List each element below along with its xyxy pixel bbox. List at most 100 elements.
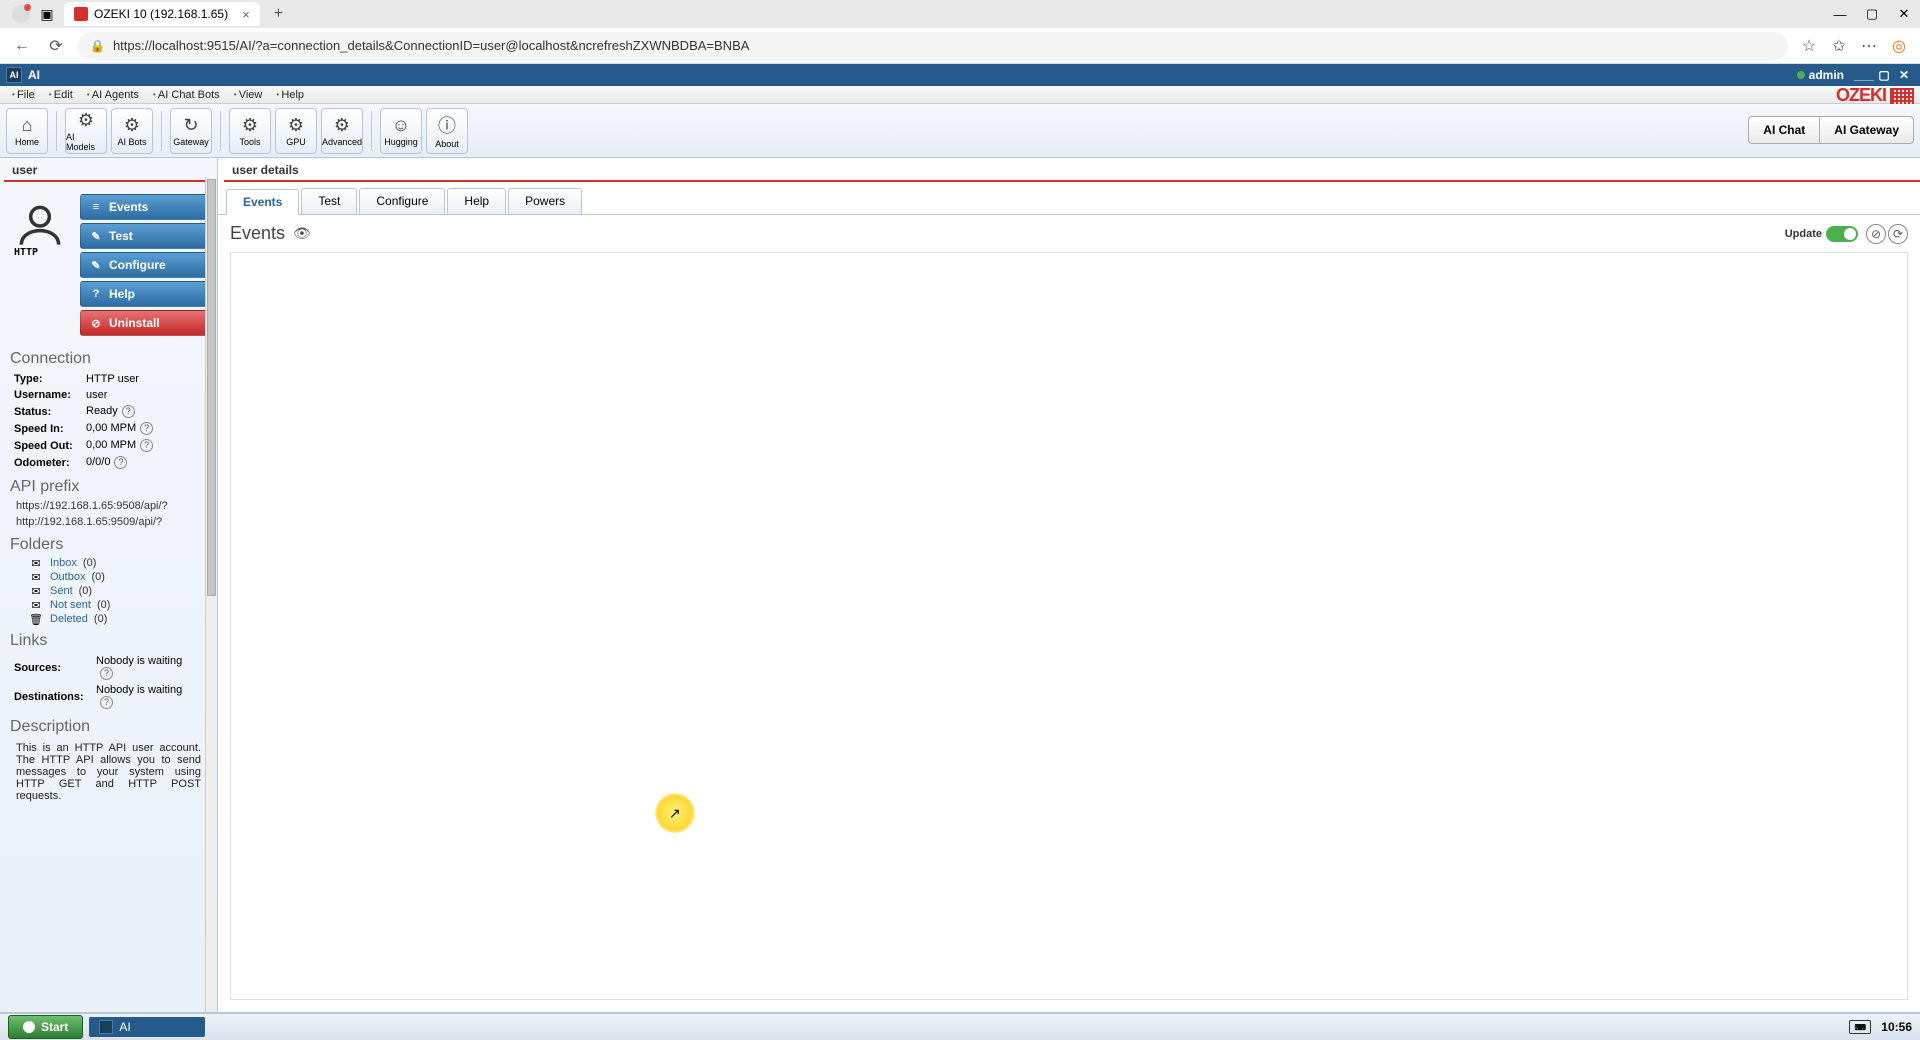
menu-edit[interactable]: Edit <box>43 89 79 101</box>
api-prefix-1: https://192.168.1.65:9508/api/? <box>0 498 217 514</box>
menu-file[interactable]: File <box>6 89 41 101</box>
app-toolbar: ⌂Home ⚙AI Models ⚙AI Bots ↻Gateway ⚙Tool… <box>0 104 1920 158</box>
connection-table: Type:HTTP user Username:user Status:Read… <box>10 370 203 472</box>
sidebar: user HTTP ≡Events ✎Test ✎Configure ?Help… <box>0 158 218 1012</box>
browser-toolbar: ← ⟳ 🔒 https://localhost:9515/AI/?a=conne… <box>0 28 1920 64</box>
toolbar-gpu-button[interactable]: ⚙GPU <box>275 108 317 154</box>
minimize-button[interactable]: — <box>1824 0 1856 28</box>
app-title: AI <box>28 68 40 82</box>
more-icon[interactable]: ⋯ <box>1858 35 1880 57</box>
help-icon[interactable]: ? <box>140 422 153 435</box>
tab-powers[interactable]: Powers <box>508 188 582 214</box>
folder-deleted[interactable]: 🗑Deleted (0) <box>0 612 217 626</box>
user-avatar-icon: HTTP <box>8 194 72 258</box>
folder-inbox[interactable]: ✉Inbox (0) <box>0 556 217 570</box>
tab-configure[interactable]: Configure <box>359 188 445 214</box>
close-window-button[interactable]: ✕ <box>1888 0 1920 28</box>
menu-ai-chat-bots[interactable]: AI Chat Bots <box>147 89 226 101</box>
sent-icon: ✉ <box>28 585 44 597</box>
clock: 10:56 <box>1881 1020 1912 1034</box>
folder-not-sent[interactable]: ✉Not sent (0) <box>0 598 217 612</box>
help-icon[interactable]: ? <box>122 405 135 418</box>
sidebar-configure-button[interactable]: ✎Configure <box>80 252 209 278</box>
links-heading: Links <box>0 626 217 652</box>
favicon-icon <box>74 7 88 21</box>
tab-events[interactable]: Events <box>226 189 299 215</box>
current-user: admin <box>1809 68 1844 82</box>
events-log-area <box>230 252 1908 1000</box>
tab-overview-icon[interactable]: ▣ <box>38 5 56 23</box>
browser-tab[interactable]: OZEKI 10 (192.168.1.65) × <box>64 2 260 26</box>
connection-heading: Connection <box>0 344 217 370</box>
api-prefix-2: http://192.168.1.65:9509/api/? <box>0 514 217 530</box>
links-table: Sources:Nobody is waiting? Destinations:… <box>10 652 203 712</box>
toolbar-about-button[interactable]: ⓘAbout <box>426 108 468 154</box>
toolbar-hugging-button[interactable]: ☺Hugging <box>380 108 422 154</box>
update-label: Update <box>1785 228 1822 240</box>
toolbar-advanced-button[interactable]: ⚙Advanced <box>321 108 363 154</box>
sidebar-help-button[interactable]: ?Help <box>80 281 209 307</box>
toolbar-home-button[interactable]: ⌂Home <box>6 108 48 154</box>
app-close-button[interactable]: ✕ <box>1894 66 1914 84</box>
clear-button[interactable]: ⊘ <box>1866 224 1886 244</box>
menu-help[interactable]: Help <box>270 89 310 101</box>
sidebar-test-button[interactable]: ✎Test <box>80 223 209 249</box>
main-title: user details <box>224 160 1920 182</box>
menu-ai-agents[interactable]: AI Agents <box>81 89 145 101</box>
folder-sent[interactable]: ✉Sent (0) <box>0 584 217 598</box>
tab-help[interactable]: Help <box>447 188 506 214</box>
sidebar-events-button[interactable]: ≡Events <box>80 194 209 220</box>
refresh-button[interactable]: ⟳ <box>44 34 68 58</box>
refresh-events-button[interactable]: ⟳ <box>1888 224 1908 244</box>
maximize-button[interactable]: ▢ <box>1856 0 1888 28</box>
status-dot-icon <box>1797 71 1805 79</box>
app-minimize-button[interactable]: ___ <box>1854 66 1874 84</box>
tab-test[interactable]: Test <box>301 188 357 214</box>
toolbar-tools-button[interactable]: ⚙Tools <box>229 108 271 154</box>
folders-heading: Folders <box>0 530 217 556</box>
taskbar-item-ai[interactable]: AI <box>89 1017 205 1037</box>
menu-view[interactable]: View <box>228 89 269 101</box>
close-tab-icon[interactable]: × <box>242 7 250 22</box>
address-bar[interactable]: 🔒 https://localhost:9515/AI/?a=connectio… <box>78 32 1788 60</box>
toolbar-ai-models-button[interactable]: ⚙AI Models <box>65 108 107 154</box>
sidebar-uninstall-button[interactable]: ⊘Uninstall <box>80 310 209 336</box>
app-maximize-button[interactable]: ▢ <box>1874 66 1894 84</box>
folder-outbox[interactable]: ✉Outbox (0) <box>0 570 217 584</box>
lock-icon: 🔒 <box>90 39 105 53</box>
help-icon[interactable]: ? <box>100 667 113 680</box>
api-prefix-heading: API prefix <box>0 472 217 498</box>
eye-icon[interactable]: 👁 <box>293 225 311 242</box>
toolbar-gateway-button[interactable]: ↻Gateway <box>170 108 212 154</box>
app-titlebar: AI AI admin ___ ▢ ✕ <box>0 64 1920 86</box>
url-text: https://localhost:9515/AI/?a=connection_… <box>113 38 749 53</box>
app-menubar: File Edit AI Agents AI Chat Bots View He… <box>0 86 1920 104</box>
description-text: This is an HTTP API user account. The HT… <box>0 738 217 806</box>
main-panel: user details Events Test Configure Help … <box>218 158 1920 1012</box>
segment-ai-chat[interactable]: AI Chat <box>1748 116 1819 144</box>
taskbar: Start AI ⌨ 10:56 <box>0 1012 1920 1040</box>
update-toggle[interactable] <box>1826 226 1858 242</box>
browser-titlebar: ▣ OZEKI 10 (192.168.1.65) × + — ▢ ✕ <box>0 0 1920 28</box>
star-icon[interactable]: ☆ <box>1798 35 1820 57</box>
help-icon[interactable]: ? <box>100 696 113 709</box>
app-icon: AI <box>6 67 22 83</box>
help-icon[interactable]: ? <box>140 439 153 452</box>
new-tab-button[interactable]: + <box>268 5 289 23</box>
deleted-icon: 🗑 <box>28 613 44 625</box>
segment-ai-gateway[interactable]: AI Gateway <box>1819 116 1914 144</box>
back-button[interactable]: ← <box>10 34 34 58</box>
start-button[interactable]: Start <box>8 1015 83 1039</box>
not-sent-icon: ✉ <box>28 599 44 611</box>
help-icon[interactable]: ? <box>114 456 127 469</box>
outbox-icon: ✉ <box>28 571 44 583</box>
inbox-icon: ✉ <box>28 557 44 569</box>
keyboard-icon[interactable]: ⌨ <box>1849 1020 1871 1034</box>
toolbar-ai-bots-button[interactable]: ⚙AI Bots <box>111 108 153 154</box>
profile-avatar-icon[interactable] <box>12 5 30 23</box>
description-heading: Description <box>0 712 217 738</box>
copilot-icon[interactable]: ◎ <box>1888 35 1910 57</box>
sidebar-scrollbar[interactable] <box>205 178 217 1012</box>
tab-title: OZEKI 10 (192.168.1.65) <box>94 7 228 21</box>
favorites-icon[interactable]: ✩ <box>1828 35 1850 57</box>
